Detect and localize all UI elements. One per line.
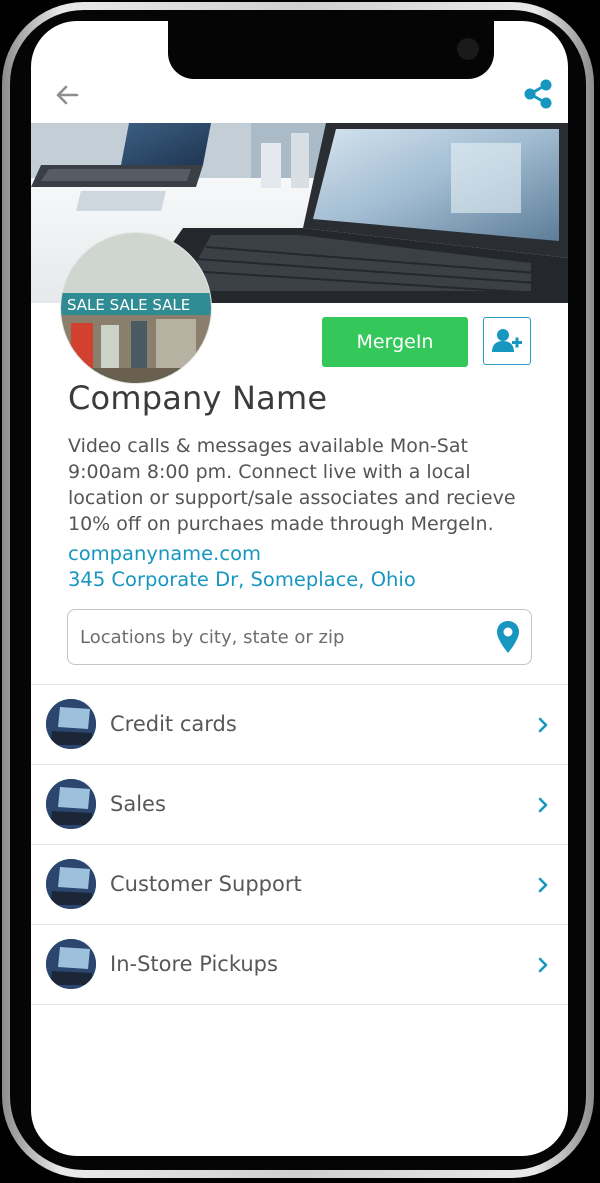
- laptop-thumbnail-image: [46, 859, 96, 909]
- laptop-thumbnail-image: [46, 939, 96, 989]
- arrow-left-icon[interactable]: [51, 79, 83, 111]
- company-avatar: SALE SALE SALE: [61, 233, 211, 383]
- list-item-customer-support[interactable]: Customer Support: [31, 845, 568, 925]
- laptop-thumbnail-image: [46, 699, 96, 749]
- add-user-icon: [492, 329, 522, 352]
- list-item-label: Sales: [110, 792, 166, 816]
- phone-notch: [168, 21, 494, 79]
- chevron-right-icon: [538, 797, 548, 813]
- chevron-right-icon: [538, 877, 548, 893]
- chevron-right-icon: [538, 717, 548, 733]
- map-pin-icon[interactable]: [496, 620, 520, 654]
- list-item-sales[interactable]: Sales: [31, 765, 568, 845]
- chevron-right-icon: [538, 957, 548, 973]
- list-item-label: Credit cards: [110, 712, 237, 736]
- location-search-input[interactable]: [80, 610, 480, 664]
- website-link[interactable]: companyname.com: [68, 542, 261, 565]
- laptop-thumbnail-image: [46, 779, 96, 829]
- company-name: Company Name: [68, 379, 328, 417]
- department-thumbnail: [46, 779, 96, 829]
- share-icon[interactable]: [521, 77, 555, 111]
- add-contact-button[interactable]: [483, 317, 531, 365]
- company-description: Video calls & messages available Mon-Sat…: [68, 435, 516, 535]
- mergein-button[interactable]: MergeIn: [322, 317, 468, 367]
- list-item-credit-cards[interactable]: Credit cards: [31, 685, 568, 765]
- department-thumbnail: [46, 939, 96, 989]
- store-front-image: SALE SALE SALE: [61, 233, 211, 383]
- list-item-label: In-Store Pickups: [110, 952, 278, 976]
- list-item-label: Customer Support: [110, 872, 302, 896]
- department-list: Credit cards Sales Customer Support In-S…: [31, 684, 568, 1005]
- sale-sign-text: SALE SALE SALE: [67, 296, 190, 314]
- list-item-in-store-pickups[interactable]: In-Store Pickups: [31, 925, 568, 1005]
- location-search: [67, 609, 532, 665]
- address-link[interactable]: 345 Corporate Dr, Someplace, Ohio: [68, 568, 416, 591]
- camera-icon: [457, 38, 479, 60]
- department-thumbnail: [46, 859, 96, 909]
- department-thumbnail: [46, 699, 96, 749]
- app-screen: SALE SALE SALE MergeIn Company Name Vide…: [31, 21, 568, 1156]
